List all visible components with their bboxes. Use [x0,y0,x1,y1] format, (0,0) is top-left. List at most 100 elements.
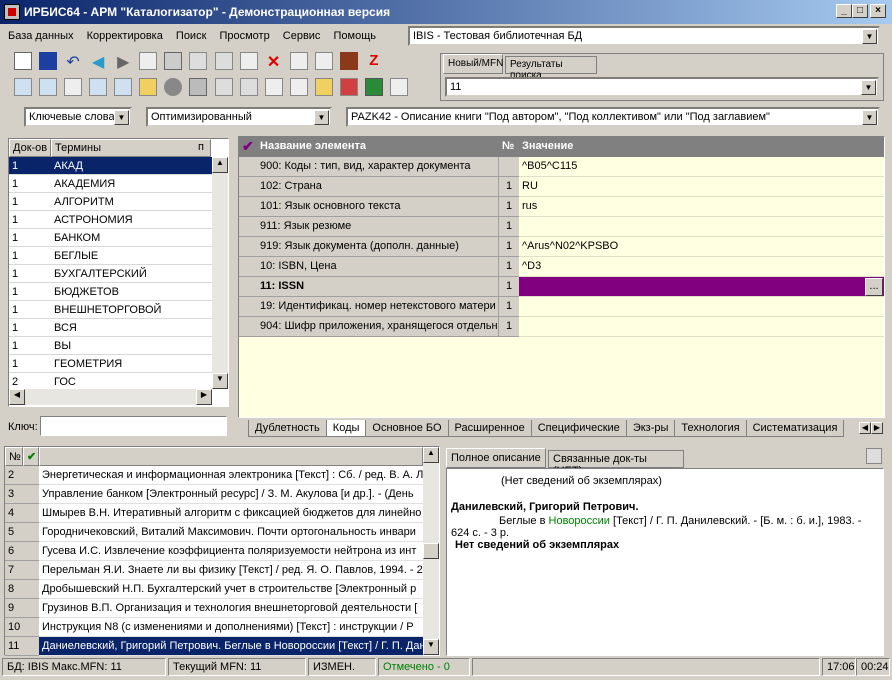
record-description[interactable]: Дробышевский Н.П. Бухгалтерский учет в с… [39,580,423,599]
field-value[interactable]: ^B05^C115 [519,157,884,177]
mail-icon[interactable] [64,78,83,96]
optimization-select[interactable]: Оптимизированный ▼ [146,107,332,127]
record-mark-box[interactable] [23,637,39,656]
tab-copies[interactable]: Экз-ры [625,420,676,437]
field-value[interactable]: rus [519,197,884,217]
menu-database[interactable]: База данных [8,30,74,42]
menu-view[interactable]: Просмотр [219,30,269,42]
record-description[interactable]: Перельман Я.И. Знаете ли вы физику [Текс… [39,561,423,580]
record-mark-box[interactable] [23,466,39,485]
tab-new-mfn[interactable]: Новый/MFN [443,54,503,74]
maximize-button[interactable]: □ [852,4,868,18]
open-folder-icon[interactable] [314,78,333,96]
term-doc-count[interactable]: 1 [9,265,51,283]
chevron-down-icon[interactable]: ▼ [862,29,877,44]
scroll-up-icon[interactable]: ▲ [212,157,228,173]
term-text[interactable]: БЕГЛЫЕ [51,247,212,265]
search-record-icon[interactable] [39,78,58,96]
record-mark-box[interactable] [23,618,39,637]
tab-duplicates[interactable]: Дублетность [248,420,327,437]
field-name[interactable]: 911: Язык резюме [257,217,499,237]
term-doc-count[interactable]: 1 [9,193,51,211]
term-text[interactable]: АКАДЕМИЯ [51,175,212,193]
term-text[interactable]: ВСЯ [51,319,212,337]
term-doc-count[interactable]: 1 [9,301,51,319]
field-row-marker[interactable] [239,257,257,277]
field-value[interactable] [519,277,884,297]
grid-icon[interactable] [164,52,183,70]
chevron-down-icon[interactable]: ▼ [861,80,876,95]
term-text[interactable]: ГЕОМЕТРИЯ [51,355,212,373]
tab-full-description[interactable]: Полное описание [446,448,546,468]
field-row-marker[interactable] [239,157,257,177]
chevron-down-icon[interactable]: ▼ [314,110,329,125]
record-number[interactable]: 5 [5,523,23,542]
term-text[interactable]: БЮДЖЕТОВ [51,283,212,301]
chevron-down-icon[interactable]: ▼ [114,110,129,125]
field-value[interactable] [519,217,884,237]
field-name[interactable]: 102: Страна [257,177,499,197]
fields-col-value[interactable]: Значение [519,137,884,157]
ellipsis-button[interactable]: ... [865,278,883,296]
terms-col-terms[interactable]: Термины [51,139,211,157]
field-name[interactable]: 919: Язык документа (дополн. данные) [257,237,499,257]
tab-extended[interactable]: Расширенное [447,420,532,437]
save-icon[interactable] [39,52,58,70]
term-text[interactable]: ВНЕШНЕТОРГОВОЙ [51,301,212,319]
terms-hscrollbar[interactable]: ◀ ▶ [9,389,212,405]
record-number[interactable]: 8 [5,580,23,599]
key-input[interactable] [40,416,227,436]
import-icon[interactable] [264,78,283,96]
scroll-down-icon[interactable]: ▼ [423,639,439,655]
record-mark-box[interactable] [23,599,39,618]
field-name[interactable]: 900: Коды : тип, вид, характер документа [257,157,499,177]
term-doc-count[interactable]: 1 [9,211,51,229]
z3950-icon[interactable]: Z [365,52,383,70]
tab-search-results[interactable]: Результаты поиска [505,56,597,81]
record-description[interactable]: Энергетическая и информационная электрон… [39,466,423,485]
tab-specific[interactable]: Специфические [530,420,627,437]
excel-icon[interactable] [364,78,383,96]
description-link[interactable]: Новороссии [549,515,610,527]
statistics-icon[interactable] [339,78,358,96]
records-check-icon[interactable]: ✔ [23,447,39,466]
minimize-button[interactable]: _ [836,4,852,18]
term-doc-count[interactable]: 1 [9,157,51,175]
record-mark-box[interactable] [23,542,39,561]
record-description[interactable]: Даниелевский, Григорий Петрович. Беглые … [39,637,423,656]
term-doc-count[interactable]: 1 [9,229,51,247]
comment-icon[interactable] [14,78,32,96]
edit-icon[interactable] [239,52,258,70]
record-number[interactable]: 7 [5,561,23,580]
record-number[interactable]: 10 [5,618,23,637]
checkmark-icon[interactable]: ✔ [239,137,257,157]
term-text[interactable]: АКАД [51,157,212,175]
tab-scroll-left-icon[interactable]: ◀ [859,422,871,434]
new-document-icon[interactable] [14,52,32,70]
tab-linked-docs[interactable]: Связанные док-ты (НЕТ) [548,450,684,477]
scroll-up-icon[interactable]: ▲ [423,447,439,463]
field-row-marker[interactable] [239,277,257,297]
export-icon[interactable] [214,52,233,70]
term-text[interactable]: ВЫ [51,337,212,355]
record-mark-box[interactable] [23,485,39,504]
print-description-icon[interactable] [866,448,882,464]
menu-edit[interactable]: Корректировка [87,30,163,42]
scroll-right-icon[interactable]: ▶ [196,389,212,405]
scroll-left-icon[interactable]: ◀ [9,389,25,405]
records-vscrollbar[interactable]: ▲ ▼ [423,447,439,655]
terms-icon[interactable] [89,78,108,96]
record-number[interactable]: 4 [5,504,23,523]
printer-icon[interactable] [214,78,233,96]
record-description[interactable]: Городничековский, Виталий Максимович. По… [39,523,423,542]
record-icon[interactable] [289,52,308,70]
term-doc-count[interactable]: 1 [9,247,51,265]
arrow-right-icon[interactable]: ▶ [114,52,132,71]
terms-col-docs[interactable]: Док-ов [9,139,51,157]
term-text[interactable]: БУХГАЛТЕРСКИЙ [51,265,212,283]
terms-vscrollbar[interactable]: ▲ ▼ [212,157,228,389]
field-row-marker[interactable] [239,237,257,257]
field-value[interactable] [519,317,884,337]
scroll-down-icon[interactable]: ▼ [212,373,228,389]
mfn-input[interactable]: 11 ▼ [445,77,879,97]
